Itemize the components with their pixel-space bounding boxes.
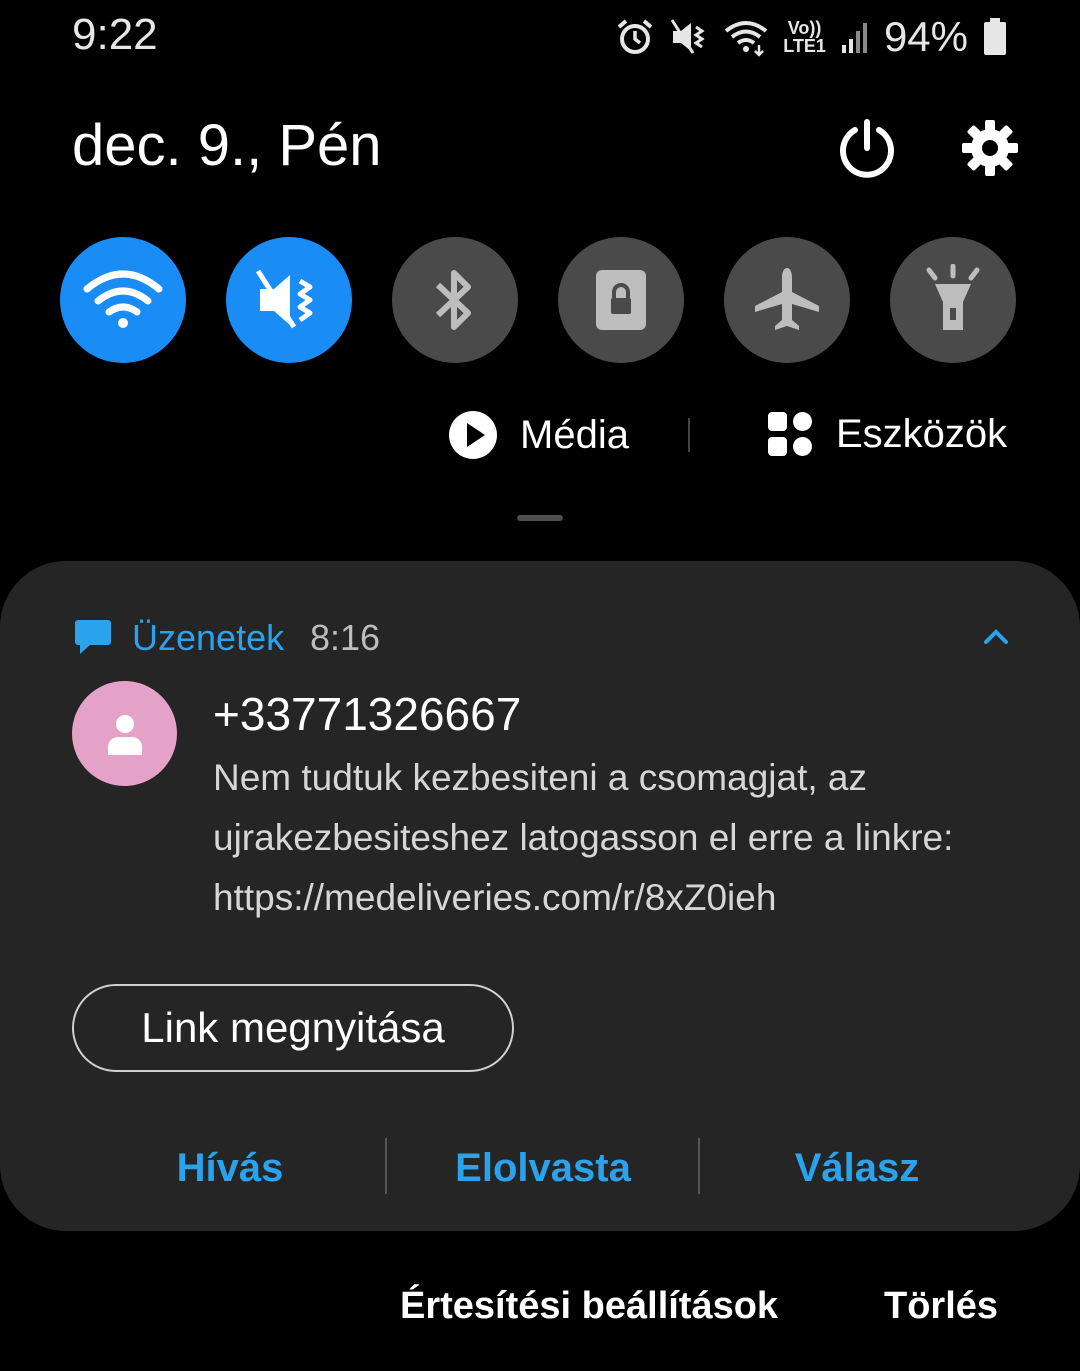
power-button[interactable] [836, 118, 898, 180]
gear-icon [962, 120, 1018, 176]
status-icons: Vo)) LTE1 94% [615, 12, 1008, 62]
mute-toggle[interactable] [226, 237, 352, 363]
flashlight-icon [926, 264, 980, 330]
rotation-lock-toggle[interactable] [558, 237, 684, 363]
reply-button[interactable]: Válasz [724, 1140, 990, 1196]
vibrate-mute-icon [671, 19, 705, 54]
volte-icon: Vo)) LTE1 [783, 19, 826, 55]
contact-icon [107, 714, 142, 755]
rotation-lock-icon [596, 270, 646, 330]
bluetooth-toggle[interactable] [392, 237, 518, 363]
message-text: Nem tudtuk kezbesiteni a csomagjat, az u… [213, 757, 954, 918]
clear-button[interactable]: Törlés [884, 1285, 998, 1328]
notification-settings-button[interactable]: Értesítési beállítások [400, 1285, 778, 1328]
alarm-icon [617, 19, 653, 54]
action-divider [698, 1138, 700, 1194]
power-icon [840, 119, 894, 178]
airplane-icon [755, 268, 819, 330]
media-button[interactable]: Média [448, 410, 629, 460]
call-button[interactable]: Hívás [100, 1140, 360, 1196]
quick-settings [60, 237, 1016, 363]
wifi-toggle[interactable] [60, 237, 186, 363]
devices-button[interactable]: Eszközök [766, 410, 1007, 458]
bluetooth-icon [435, 270, 471, 330]
flashlight-toggle[interactable] [890, 237, 1016, 363]
devices-label: Eszközök [836, 411, 1008, 456]
settings-button[interactable] [960, 118, 1020, 178]
notification-app-name: Üzenetek [132, 617, 285, 658]
play-icon [449, 411, 497, 459]
status-time: 9:22 [72, 10, 158, 59]
collapse-button[interactable] [982, 626, 1010, 651]
notification-time: 8:16 [310, 617, 381, 658]
vibrate-mute-icon [255, 269, 313, 329]
mark-read-button[interactable]: Elolvasta [410, 1140, 676, 1196]
media-label: Média [520, 412, 629, 457]
media-divider [688, 418, 690, 452]
date: dec. 9., Pén [72, 113, 382, 178]
battery-icon [984, 18, 1006, 55]
wifi-icon [725, 21, 768, 57]
sender-number: +33771326667 [213, 688, 522, 740]
panel-drag-handle[interactable] [517, 515, 563, 521]
action-divider [385, 1138, 387, 1194]
wifi-icon [83, 270, 163, 328]
avatar [72, 681, 177, 786]
devices-grid-icon [768, 412, 812, 456]
message-app-icon [74, 618, 112, 661]
signal-icon [841, 23, 867, 53]
lte-label: LTE1 [783, 36, 826, 56]
battery-percent: 94% [883, 13, 968, 60]
chevron-up-icon [984, 629, 1008, 644]
airplane-toggle[interactable] [724, 237, 850, 363]
open-link-button[interactable]: Link megnyitása [72, 984, 514, 1072]
volte-label: Vo)) [787, 18, 822, 38]
